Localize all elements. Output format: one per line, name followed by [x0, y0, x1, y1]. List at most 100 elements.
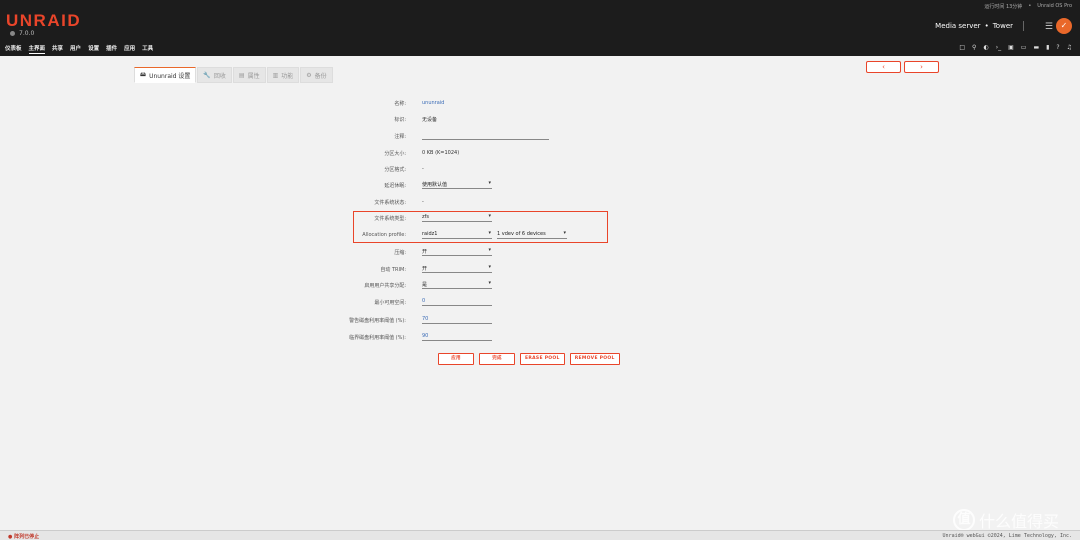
nav-main[interactable]: 主界面	[28, 44, 46, 54]
nav-plugins[interactable]: 插件	[106, 44, 117, 54]
nav-users[interactable]: 用户	[70, 44, 81, 54]
allocation-row: Allocation profile: raidz1 1 vdev of 6 d…	[290, 229, 690, 241]
apply-button[interactable]: 应用	[438, 353, 474, 365]
theme-icon[interactable]: ◐	[983, 44, 988, 51]
share-label: 启用用户共享分配:	[364, 282, 406, 289]
fs-status-label: 文件系统状态:	[374, 199, 406, 206]
nav-dashboard[interactable]: 仪表板	[5, 44, 22, 54]
help-icon[interactable]: ?	[1056, 44, 1059, 51]
vdev-select[interactable]: 1 vdev of 6 devices	[497, 230, 567, 239]
toolbar-icons: □ ⚲ ◐ ›_ ▣ ▭ ▬ ▮ ? ♫	[959, 44, 1072, 51]
watermark: 值 什么值得买	[953, 508, 1059, 532]
tab-label: 功能	[281, 72, 294, 80]
name-value[interactable]: ununraid	[422, 100, 444, 106]
id-row: 标识: 无设备	[290, 113, 690, 125]
tab-capabilities[interactable]: ▥ 功能	[266, 67, 300, 83]
array-status: ● 阵列已停止	[8, 534, 40, 540]
fs-type-row: 文件系统类型: zfs	[290, 212, 690, 224]
user-avatar[interactable]: ✓	[1056, 18, 1072, 34]
window-icon[interactable]: ▭	[1021, 44, 1027, 51]
id-value: 无设备	[422, 116, 438, 123]
allocation-select[interactable]: raidz1	[422, 230, 492, 239]
fs-type-label: 文件系统类型:	[374, 215, 406, 222]
nav-apps[interactable]: 应用	[124, 44, 135, 54]
list-icon: ▤	[238, 71, 245, 79]
status-bar: ● 阵列已停止 Unraid® webGui ©2024, Lime Techn…	[0, 530, 1080, 540]
partition-size-row: 分区大小: 0 KB (K=1024)	[290, 147, 690, 159]
min-free-input[interactable]: 0	[422, 298, 492, 306]
menu-icon[interactable]: ☰	[1045, 22, 1053, 32]
top-header: UNRAID 7.0.0 运行时间 13分钟 • Unraid OS Pro M…	[0, 0, 1080, 56]
comment-label: 注释:	[394, 133, 406, 140]
version-label: 7.0.0	[19, 30, 35, 37]
min-free-label: 最小可用空间:	[374, 299, 406, 306]
partition-size-value: 0 KB (K=1024)	[422, 150, 460, 156]
copy-icon[interactable]: ▣	[1008, 44, 1014, 51]
wrench-icon: 🔧	[203, 71, 211, 79]
share-select[interactable]: 是	[422, 280, 492, 289]
unraid-logo[interactable]: UNRAID	[6, 11, 81, 31]
uptime-label: 运行时间 13分钟	[984, 4, 1023, 10]
fs-status-value: -	[422, 199, 424, 205]
power-icon[interactable]: ▮	[1046, 44, 1049, 51]
fs-status-row: 文件系统状态: -	[290, 196, 690, 208]
share-row: 启用用户共享分配: 是	[290, 279, 690, 291]
disk-icon: 🖴	[140, 71, 147, 78]
server-name: Tower	[992, 22, 1013, 30]
tab-pool-settings[interactable]: 🖴 Ununraid 设置	[134, 67, 197, 83]
partition-format-row: 分区格式: -	[290, 163, 690, 175]
warning-threshold-input[interactable]: 70	[422, 316, 492, 324]
server-info: Media server • Tower	[935, 21, 1030, 31]
min-free-row: 最小可用空间: 0	[290, 296, 690, 308]
gear-icon: ⚙	[306, 71, 312, 79]
fs-type-select[interactable]: zfs	[422, 213, 492, 222]
tab-label: 属性	[247, 72, 260, 80]
tab-label: Ununraid 设置	[149, 72, 191, 80]
tab-backup[interactable]: ⚙ 备份	[300, 67, 333, 83]
next-button[interactable]: ›	[904, 61, 939, 73]
nav-shares[interactable]: 共享	[52, 44, 63, 54]
tab-bar: 🖴 Ununraid 设置 🔧 回收 ▤ 属性 ▥ 功能 ⚙ 备份	[134, 67, 333, 83]
critical-threshold-label: 临界磁盘利用率阈值 (%):	[349, 334, 406, 341]
id-label: 标识:	[394, 116, 406, 123]
previous-button[interactable]: ‹	[866, 61, 901, 73]
done-button[interactable]: 完成	[479, 353, 515, 365]
status-dot-icon	[10, 31, 15, 36]
tab-label: 回收	[213, 72, 226, 80]
nav-tools[interactable]: 工具	[142, 44, 153, 54]
partition-format-label: 分区格式:	[384, 166, 406, 173]
trim-label: 自动 TRIM:	[380, 266, 406, 273]
terminal-icon[interactable]: ›_	[996, 44, 1001, 51]
partition-size-label: 分区大小:	[384, 150, 406, 157]
name-label: 名称:	[394, 100, 406, 107]
warning-threshold-row: 警告磁盘利用率阈值 (%): 70	[290, 314, 690, 326]
log-icon[interactable]: ▬	[1033, 44, 1039, 51]
feedback-icon[interactable]: □	[959, 44, 965, 51]
server-separator: •	[984, 22, 989, 30]
tab-attributes[interactable]: ▤ 属性	[232, 67, 266, 83]
allocation-label: Allocation profile:	[362, 232, 406, 238]
compression-row: 压缩: 开	[290, 246, 690, 258]
watermark-logo: 值	[953, 509, 975, 531]
nav-settings[interactable]: 设置	[88, 44, 99, 54]
system-info: 运行时间 13分钟 • Unraid OS Pro	[984, 3, 1072, 10]
comment-input[interactable]	[422, 132, 549, 140]
erase-pool-button[interactable]: ERASE POOL	[520, 353, 565, 365]
search-icon[interactable]: ⚲	[972, 44, 976, 51]
comment-row: 注释:	[290, 130, 690, 142]
watermark-text: 什么值得买	[979, 512, 1060, 531]
main-content: 🖴 Ununraid 设置 🔧 回收 ▤ 属性 ▥ 功能 ⚙ 备份 ‹ › 名称…	[0, 56, 1080, 530]
divider	[1023, 21, 1024, 31]
trim-select[interactable]: 开	[422, 264, 492, 273]
critical-threshold-input[interactable]: 90	[422, 333, 492, 341]
name-row: 名称: ununraid	[290, 97, 690, 109]
tab-scrub[interactable]: 🔧 回收	[197, 67, 232, 83]
grid-icon: ▥	[272, 71, 279, 79]
server-description: Media server	[935, 22, 981, 30]
spindown-select[interactable]: 使用默认值	[422, 180, 492, 189]
remove-pool-button[interactable]: REMOVE POOL	[569, 353, 620, 365]
notification-icon[interactable]: ♫	[1067, 44, 1072, 51]
compression-select[interactable]: 开	[422, 247, 492, 256]
partition-format-value: -	[422, 166, 424, 172]
warning-threshold-label: 警告磁盘利用率阈值 (%):	[349, 317, 406, 324]
